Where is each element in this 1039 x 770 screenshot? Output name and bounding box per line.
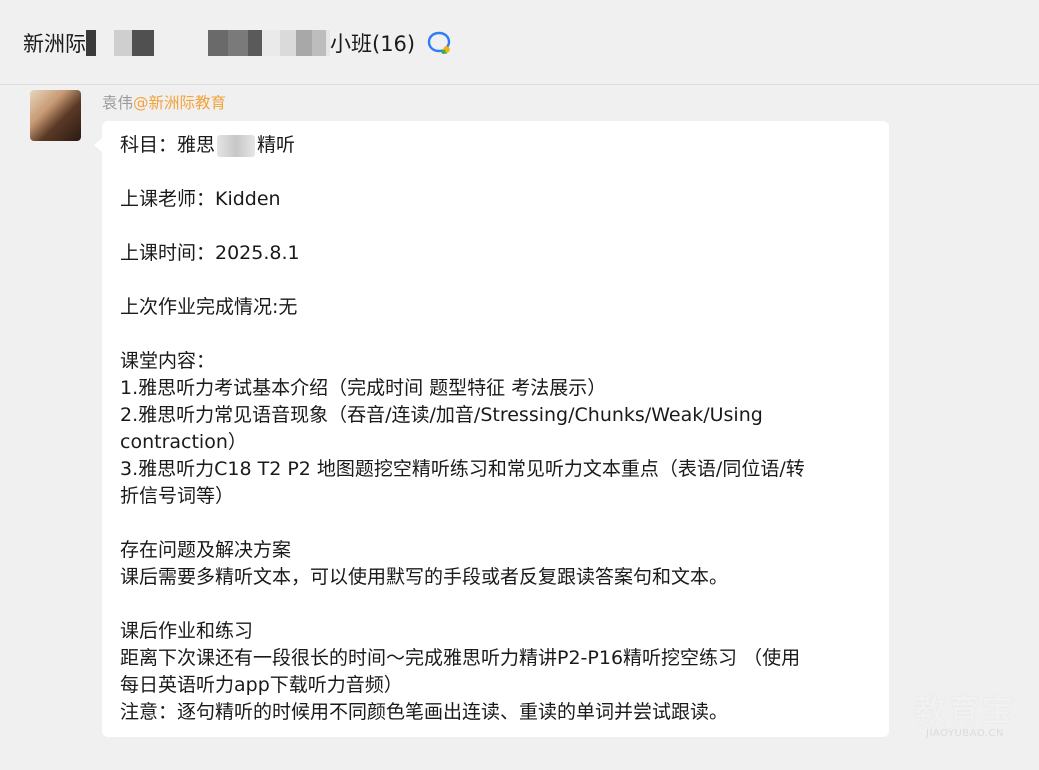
sender-line: 袁伟@新洲际教育 (102, 91, 226, 113)
redaction-block (248, 30, 262, 56)
homework-title: 课后作业和练习 (120, 620, 254, 642)
watermark-logo: 教育宝 (913, 691, 1016, 729)
redaction-block (154, 30, 184, 56)
time-line: 上课时间：2025.8.1 (120, 242, 300, 264)
sender-org: @新洲际教育 (133, 94, 227, 112)
content-item-2: 2.雅思听力常见语音现象（吞音/连读/加音/Stressing/Chunks/W… (120, 404, 763, 426)
redaction-block (132, 30, 154, 56)
redaction-block (296, 30, 312, 56)
content-item-2-cont: contraction） (120, 431, 247, 453)
problem-title: 存在问题及解决方案 (120, 539, 292, 561)
sender-avatar[interactable] (30, 90, 81, 141)
redaction-block (184, 30, 208, 56)
redaction-block (228, 30, 248, 56)
content-item-1: 1.雅思听力考试基本介绍（完成时间 题型特征 考法展示） (120, 377, 607, 399)
homework-status-line: 上次作业完成情况:无 (120, 296, 298, 318)
title-redaction (86, 30, 330, 56)
problem-text: 课后需要多精听文本，可以使用默写的手段或者反复跟读答案句和文本。 (120, 566, 729, 588)
content-title: 课堂内容： (120, 350, 216, 372)
group-title-end: 小班(16) (330, 32, 416, 56)
teacher-line: 上课老师：Kidden (120, 188, 281, 210)
redaction-block (262, 30, 280, 56)
homework-item-1-cont: 每日英语听力app下载听力音频） (120, 674, 403, 696)
homework-note: 注意：逐句精听的时候用不同颜色笔画出连读、重读的单词并尝试跟读。 (120, 701, 729, 723)
group-title-start: 新洲际 (23, 32, 86, 56)
subject-line: 科目：雅思 精听 (120, 132, 295, 159)
subject-suffix: 精听 (257, 134, 296, 156)
content-item-3-cont: 折信号词等） (120, 485, 235, 507)
redaction-block (280, 30, 296, 56)
redaction-block (96, 30, 114, 56)
watermark: 教育宝 JIAOYUBAO.CN (906, 693, 1024, 741)
redaction-block (208, 30, 228, 56)
subject-prefix: 科目：雅思 (120, 134, 216, 156)
bubble-tail (94, 138, 102, 152)
watermark-url: JIAOYUBAO.CN (926, 728, 1004, 739)
sender-name[interactable]: 袁伟 (102, 94, 133, 112)
chat-header: 新洲际 小班(16) (0, 0, 1039, 85)
subject-redaction (217, 134, 256, 157)
group-title[interactable]: 新洲际 小班(16) (23, 28, 453, 58)
redaction-block (86, 30, 96, 56)
redaction-block (312, 30, 326, 56)
group-chat-icon[interactable] (425, 29, 453, 57)
homework-item-1: 距离下次课还有一段很长的时间～完成雅思听力精讲P2-P16精听挖空练习 （使用 (120, 647, 801, 669)
redaction-block (114, 30, 132, 56)
content-item-3: 3.雅思听力C18 T2 P2 地图题挖空精听练习和常见听力文本重点（表语/同位… (120, 458, 805, 480)
